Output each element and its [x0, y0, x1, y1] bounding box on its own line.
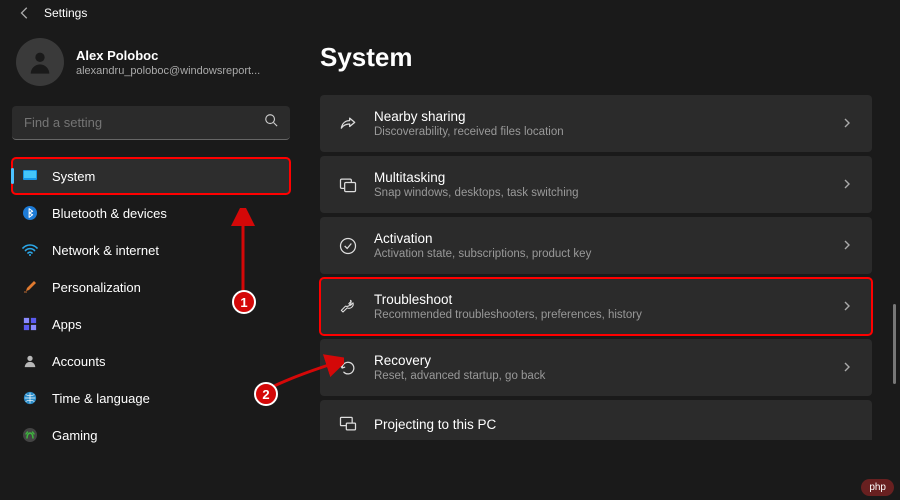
panel-title: Activation	[374, 231, 826, 246]
sidebar-item-label: Gaming	[52, 428, 98, 443]
chevron-right-icon	[842, 115, 854, 133]
profile-email: alexandru_poloboc@windowsreport...	[76, 65, 260, 77]
annotation-step-2: 2	[254, 382, 278, 406]
back-icon[interactable]	[18, 6, 32, 20]
panel-title: Troubleshoot	[374, 292, 826, 307]
search-icon	[264, 113, 278, 132]
profile-name: Alex Poloboc	[76, 48, 260, 63]
panel-title: Projecting to this PC	[374, 417, 854, 432]
panel-title: Nearby sharing	[374, 109, 826, 124]
sidebar-item-gaming[interactable]: Gaming	[12, 417, 290, 453]
panel-title: Recovery	[374, 353, 826, 368]
sidebar-item-accounts[interactable]: Accounts	[12, 343, 290, 379]
person-icon	[22, 353, 38, 369]
panel-title: Multitasking	[374, 170, 826, 185]
chevron-right-icon	[842, 237, 854, 255]
project-icon	[338, 414, 358, 434]
panel-subtitle: Snap windows, desktops, task switching	[374, 187, 826, 199]
panel-projecting[interactable]: Projecting to this PC	[320, 400, 872, 440]
display-icon	[22, 168, 38, 184]
panel-activation[interactable]: Activation Activation state, subscriptio…	[320, 217, 872, 274]
wrench-icon	[338, 297, 358, 317]
search-box[interactable]	[12, 106, 290, 140]
sidebar-item-bluetooth[interactable]: Bluetooth & devices	[12, 195, 290, 231]
panel-subtitle: Discoverability, received files location	[374, 126, 826, 138]
sidebar-item-network[interactable]: Network & internet	[12, 232, 290, 268]
check-circle-icon	[338, 236, 358, 256]
sidebar-item-label: Time & language	[52, 391, 150, 406]
page-title: System	[320, 24, 872, 81]
sidebar-item-time[interactable]: Time & language	[12, 380, 290, 416]
chevron-right-icon	[842, 176, 854, 194]
brush-icon	[22, 279, 38, 295]
sidebar-item-label: Personalization	[52, 280, 141, 295]
sidebar: Alex Poloboc alexandru_poloboc@windowsre…	[0, 24, 302, 500]
chevron-right-icon	[842, 298, 854, 316]
recovery-icon	[338, 358, 358, 378]
main-content: System Nearby sharing Discoverability, r…	[302, 24, 900, 500]
wifi-icon	[22, 242, 38, 258]
watermark: php	[861, 479, 894, 496]
gaming-icon	[22, 427, 38, 443]
apps-icon	[22, 316, 38, 332]
sidebar-item-label: Apps	[52, 317, 82, 332]
chevron-right-icon	[842, 359, 854, 377]
search-input[interactable]	[24, 115, 256, 130]
panel-subtitle: Recommended troubleshooters, preferences…	[374, 309, 826, 321]
sidebar-item-label: Accounts	[52, 354, 105, 369]
annotation-step-1: 1	[232, 290, 256, 314]
panel-subtitle: Reset, advanced startup, go back	[374, 370, 826, 382]
panel-nearby-sharing[interactable]: Nearby sharing Discoverability, received…	[320, 95, 872, 152]
sidebar-item-label: Network & internet	[52, 243, 159, 258]
multitask-icon	[338, 175, 358, 195]
profile-block[interactable]: Alex Poloboc alexandru_poloboc@windowsre…	[12, 24, 290, 106]
panel-subtitle: Activation state, subscriptions, product…	[374, 248, 826, 260]
sidebar-item-system[interactable]: System	[12, 158, 290, 194]
window-title: Settings	[44, 6, 87, 20]
sidebar-item-label: System	[52, 169, 95, 184]
panel-multitasking[interactable]: Multitasking Snap windows, desktops, tas…	[320, 156, 872, 213]
sidebar-item-label: Bluetooth & devices	[52, 206, 167, 221]
avatar	[16, 38, 64, 86]
scrollbar[interactable]	[893, 304, 896, 384]
panel-troubleshoot[interactable]: Troubleshoot Recommended troubleshooters…	[320, 278, 872, 335]
clock-globe-icon	[22, 390, 38, 406]
share-icon	[338, 114, 358, 134]
panel-recovery[interactable]: Recovery Reset, advanced startup, go bac…	[320, 339, 872, 396]
bluetooth-icon	[22, 205, 38, 221]
